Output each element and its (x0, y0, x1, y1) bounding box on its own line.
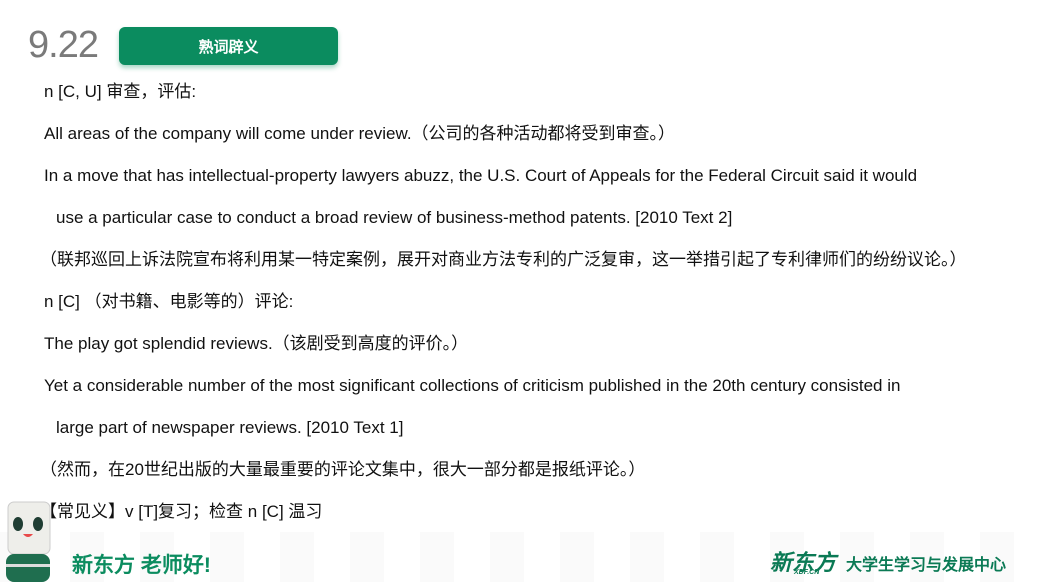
common-meaning: 【常见义】v [T]复习；检查 n [C] 温习 (40, 502, 323, 521)
example-2-translation: （联邦巡回上诉法院宣布将利用某一特定案例，展开对商业方法专利的广泛复审，这一举措… (40, 250, 967, 269)
footer-slogan: 新东方 老师好! (72, 554, 211, 577)
section-badge: 熟词辟义 (119, 27, 338, 65)
example-2-line-1: In a move that has intellectual-property… (44, 166, 918, 185)
example-2-line-2: use a particular case to conduct a broad… (56, 208, 733, 227)
example-1: All areas of the company will come under… (44, 124, 676, 143)
center-name: 大学生学习与发展中心 (846, 557, 1007, 574)
date-label: 9.22 (28, 24, 99, 66)
example-4-line-1: Yet a considerable number of the most si… (44, 376, 901, 395)
example-4-translation: （然而，在20世纪出版的大量最重要的评论文集中，很大一部分都是报纸评论。） (40, 460, 646, 479)
example-3: The play got splendid reviews.（该剧受到高度的评价… (44, 334, 469, 353)
example-4-line-2: large part of newspaper reviews. [2010 T… (56, 418, 404, 437)
definition-2: n [C] （对书籍、电影等的）评论: (44, 292, 294, 311)
brand-logo-sub: XDF.CN (794, 569, 820, 576)
definition-1: n [C, U] 审查，评估: (44, 82, 197, 101)
mascot-icon (6, 501, 51, 582)
